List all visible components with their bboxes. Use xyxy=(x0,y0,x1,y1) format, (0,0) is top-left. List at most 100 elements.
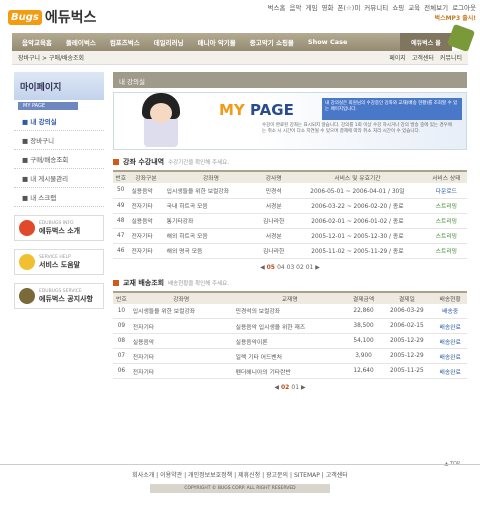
sidebar-item[interactable]: ■ 구매/배송조회 xyxy=(14,150,104,169)
section-dot-icon xyxy=(113,279,119,286)
box-label: 에듀벅스 소개 xyxy=(39,226,81,235)
table-cell[interactable]: 실용음악 입시생을 위한 재즈 xyxy=(232,318,347,334)
sub-right-link[interactable]: 페이지 xyxy=(389,55,406,62)
table-cell: 민경석 xyxy=(258,183,290,199)
top-menu-item[interactable]: 벅스홈 xyxy=(268,2,286,12)
sidebar-box[interactable]: SERVICE HELP 서비스 도움말 xyxy=(14,249,104,275)
mp3-promo[interactable]: 벅스MP3 출시! xyxy=(435,13,476,22)
table-cell[interactable]: 통기타강좌 xyxy=(163,213,259,229)
table-row[interactable]: 06 전자기타 펜더헤니아의 기타란반 12,640 2005-11-25 배송완료 xyxy=(113,363,467,379)
table-row[interactable]: 07 전자기타 일렉 기타 어드벤처 3,900 2005-12-29 배송완료 xyxy=(113,348,467,364)
table-row[interactable]: 50 실용음악 입시생들을 위한 보컬강좌 민경석 2006-05-01 ~ 2006-… xyxy=(113,183,467,199)
table-cell: 09 xyxy=(113,318,130,334)
pager-page[interactable]: 02 xyxy=(281,384,291,391)
gnb-item[interactable]: 매니아 악기몰 xyxy=(198,37,236,47)
table-cell[interactable]: 전자기타 xyxy=(129,363,233,379)
sub-right-link[interactable]: 커뮤니티 xyxy=(440,55,462,62)
table-cell[interactable]: 전자기타 xyxy=(129,318,233,334)
table-cell: 배송완료 xyxy=(433,333,467,349)
table-cell[interactable]: 펜더헤니아의 기타란반 xyxy=(232,363,347,379)
top-menu-item[interactable]: 폰(☆)미 xyxy=(337,2,360,12)
footer-link[interactable]: 고객센터 xyxy=(326,472,348,479)
pager-page[interactable]: 04 xyxy=(277,264,287,271)
table-cell[interactable]: 실용음악 xyxy=(128,213,164,229)
pager-page[interactable]: 05 xyxy=(267,264,277,271)
table-cell[interactable]: 민경석의 보컬강좌 xyxy=(232,303,347,319)
pager-page[interactable]: 02 xyxy=(296,264,306,271)
table-cell[interactable]: 전자기타 xyxy=(128,243,164,259)
table-cell: 서경분 xyxy=(258,198,290,214)
gnb-item[interactable]: 중고악기 쇼핑몰 xyxy=(250,37,294,47)
sidebar-item[interactable]: ■ 내 스크랩 xyxy=(14,188,104,207)
sidebar-box[interactable]: EDUBUGS INFO 에듀벅스 소개 xyxy=(14,215,104,241)
pager-next[interactable]: ▶ xyxy=(301,384,306,391)
footer: 회사소개 | 이용약관 | 개인정보보호정책 | 제휴신청 | 광고문의 | S… xyxy=(0,464,480,493)
top-menu-item[interactable]: 커뮤니티 xyxy=(364,2,388,12)
courses-title: 강좌 수강내역 수강기간을 확인해 주세요. xyxy=(113,157,467,167)
sidebar-item[interactable]: ■ 내 강의실 xyxy=(14,112,104,131)
footer-link[interactable]: 회사소개 xyxy=(132,472,154,479)
footer-link[interactable]: 제휴신청 xyxy=(238,472,260,479)
global-nav: 음악교육홈 플레이벅스 컴포즈벅스 데일리러닝 매니아 악기몰 중고악기 쇼핑몰 Show … xyxy=(12,33,452,51)
gnb-item[interactable]: Show Case xyxy=(308,38,347,46)
top-menu-item[interactable]: 게임 xyxy=(306,2,318,12)
sidebar-box[interactable]: EDUBUGS SERVICE 에듀벅스 공지사항 xyxy=(14,283,104,309)
table-row[interactable]: 49 전자기타 국내 히트곡 모음 서경분 2006-03-22 ~ 2006-02-2… xyxy=(113,198,467,214)
sidebar-item[interactable]: ■ 장바구니 xyxy=(14,131,104,150)
footer-link[interactable]: 이용약관 xyxy=(160,472,182,479)
footer-link[interactable]: 개인정보보호정책 xyxy=(188,472,232,479)
table-cell: 배송중 xyxy=(433,303,467,319)
table-header: 서비스 상태 xyxy=(425,170,467,183)
table-cell[interactable]: 일렉 기타 어드벤처 xyxy=(232,348,347,364)
table-cell[interactable]: 전자기타 xyxy=(128,228,164,244)
sidebar-title: 마이페이지 xyxy=(14,72,104,100)
pager-page[interactable]: 03 xyxy=(287,264,297,271)
top-menu-item[interactable]: 전체보기 xyxy=(424,2,448,12)
table-cell[interactable]: 실용음악 xyxy=(129,333,233,349)
footer-link[interactable]: SITEMAP xyxy=(294,472,320,479)
mypage-banner: MY PAGE 내 강의실은 회원님의 수강중인 강좌와 교재(배송 현황)를 … xyxy=(113,92,467,150)
gnb-item[interactable]: 플레이벅스 xyxy=(66,37,96,47)
box-icon xyxy=(19,220,35,236)
table-cell[interactable]: 해외 히트곡 모음 xyxy=(163,228,259,244)
pager-page[interactable]: 01 xyxy=(291,384,301,391)
top-menu-item[interactable]: 음악 xyxy=(290,2,302,12)
sub-right-link[interactable]: 고객센터 xyxy=(412,55,434,62)
gnb-item[interactable]: 데일리러닝 xyxy=(154,37,184,47)
table-cell[interactable]: 입시생들을 위한 보컬강좌 xyxy=(129,303,233,319)
gnb-item[interactable]: 컴포즈벅스 xyxy=(110,37,140,47)
footer-link[interactable]: 광고문의 xyxy=(266,472,288,479)
table-cell: 54,100 xyxy=(346,333,381,349)
table-cell[interactable]: 해외 명곡 모음 xyxy=(163,243,259,259)
top-menu-item[interactable]: 로그아웃 xyxy=(452,2,476,12)
table-cell: 2005-11-02 ~ 2005-11-29 / 종료 xyxy=(289,243,426,259)
sidebar-item[interactable]: ■ 내 게시물관리 xyxy=(14,169,104,188)
table-row[interactable]: 46 전자기타 해외 명곡 모음 김나라한 2005-11-02 ~ 2005-11-2… xyxy=(113,243,467,259)
table-cell[interactable]: 실용음악 xyxy=(128,183,164,199)
edubugs-mall-button[interactable]: 에듀벅스 몰 xyxy=(400,33,452,51)
table-header: 결제금액 xyxy=(346,290,381,304)
table-cell[interactable]: 입시생들을 위한 보컬강좌 xyxy=(163,183,259,199)
gnb-item[interactable]: 음악교육홈 xyxy=(22,37,52,47)
pager-next[interactable]: ▶ xyxy=(315,264,320,271)
table-cell[interactable]: 전자기타 xyxy=(128,198,164,214)
table-cell[interactable]: 전자기타 xyxy=(129,348,233,364)
table-row[interactable]: 47 전자기타 해외 히트곡 모음 서경분 2005-12-01 ~ 2005-12-3… xyxy=(113,228,467,244)
table-header: 강좌명 xyxy=(129,290,233,304)
top-menu-item[interactable]: 영화 xyxy=(321,2,333,12)
table-row[interactable]: 10 입시생들을 위한 보컬강좌 민경석의 보컬강좌 22,860 2006-03-29… xyxy=(113,303,467,319)
pager-page[interactable]: 01 xyxy=(306,264,316,271)
table-header: 강좌구분 xyxy=(128,170,164,183)
table-row[interactable]: 08 실용음악 실용음악이론 54,100 2005-12-29 배송완료 xyxy=(113,333,467,349)
logo[interactable]: Bugs 에듀벅스 xyxy=(8,6,96,28)
table-cell: 47 xyxy=(113,228,129,244)
table-header: 결제일 xyxy=(380,290,434,304)
table-header: 번호 xyxy=(113,290,130,304)
courses-pager: ◀ 05 04 03 02 01 ▶ xyxy=(113,264,467,271)
top-menu-item[interactable]: 쇼핑 xyxy=(392,2,404,12)
table-row[interactable]: 48 실용음악 통기타강좌 김나라한 2006-02-01 ~ 2006-01-02 /… xyxy=(113,213,467,229)
table-cell[interactable]: 실용음악이론 xyxy=(232,333,347,349)
top-menu-item[interactable]: 교육 xyxy=(408,2,420,12)
table-cell[interactable]: 국내 히트곡 모음 xyxy=(163,198,259,214)
table-row[interactable]: 09 전자기타 실용음악 입시생을 위한 재즈 38,500 2006-02-15 배송완… xyxy=(113,318,467,334)
